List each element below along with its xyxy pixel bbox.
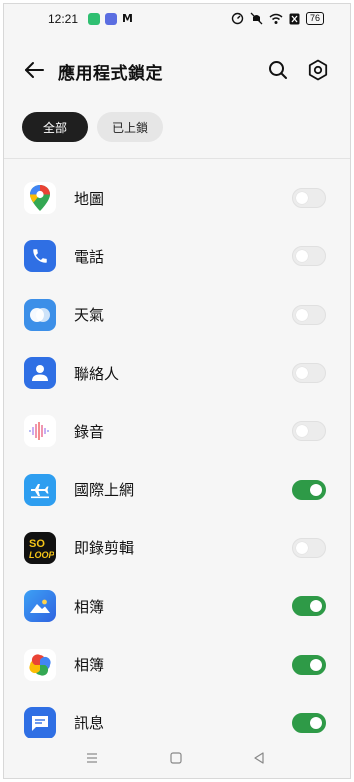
status-time: 12:21 [48,12,79,26]
lock-toggle[interactable] [292,421,326,442]
system-icons: 76 [231,12,324,25]
toggle-knob [310,483,322,496]
lock-toggle[interactable] [292,654,326,675]
filter-tabs: 全部 已上鎖 [4,106,350,158]
lock-toggle[interactable] [292,246,326,267]
lock-toggle[interactable] [292,188,326,209]
soloop-icon: SO LOOP [24,531,56,564]
back-triangle-icon[interactable] [251,750,267,766]
list-item[interactable]: 相簿 [4,635,350,693]
mail-icon: M [122,12,133,25]
toggle-knob [296,541,308,554]
app-name: 即錄剪輯 [74,539,135,558]
settings-gear-icon[interactable] [306,58,330,82]
list-item[interactable]: 國際上網 [4,460,350,518]
top-app-bar: 應用程式鎖定 [4,46,350,94]
tab-locked[interactable]: 已上鎖 [97,112,163,142]
divider [4,158,350,159]
toggle-knob [296,425,308,438]
mute-icon [250,12,263,25]
app-name: 訊息 [74,714,105,733]
lock-toggle[interactable] [292,712,326,733]
lock-toggle[interactable] [292,537,326,558]
toggle-knob [296,250,308,263]
app-name: 國際上網 [74,481,135,500]
messages-icon [24,706,56,739]
recorder-icon [24,415,56,448]
toggle-knob [296,367,308,380]
status-bar: 12:21 M 76 [4,4,350,34]
list-item[interactable]: 聯絡人 [4,344,350,402]
notification-app-icon [88,13,100,25]
no-sim-icon [289,13,300,24]
search-icon[interactable] [266,58,290,82]
toggle-knob [310,716,322,729]
phone-icon [24,240,56,273]
toggle-knob [296,192,308,205]
toggle-knob [296,308,308,321]
app-name: 相簿 [74,656,105,675]
list-item[interactable]: 地圖 [4,169,350,227]
app-name: 聯絡人 [74,364,120,383]
toggle-knob [310,658,322,671]
wifi-icon [269,13,283,24]
list-item[interactable]: 電話 [4,227,350,285]
app-lock-screen: 12:21 M 76 應用程式鎖定 全部 已上鎖 地圖 電話 天氣 聯絡人 錄音… [4,4,350,778]
page-title: 應用程式鎖定 [58,64,163,84]
battery-indicator: 76 [305,12,324,25]
notification-icons: M [88,13,133,25]
app-name: 天氣 [74,306,105,325]
svg-text:LOOP: LOOP [29,550,54,560]
toggle-knob [310,600,322,613]
app-name: 電話 [74,247,105,266]
svg-text:SO: SO [29,538,45,550]
app-name: 錄音 [74,422,105,441]
menu-icon[interactable] [84,750,100,766]
home-icon[interactable] [168,750,184,766]
list-item[interactable]: 相簿 [4,577,350,635]
app-name: 地圖 [74,189,105,208]
lock-toggle[interactable] [292,596,326,617]
lock-toggle[interactable] [292,479,326,500]
list-item[interactable]: SO LOOP 即錄剪輯 [4,519,350,577]
back-arrow-icon[interactable] [22,58,46,82]
app-name: 相簿 [74,597,105,616]
data-speed-icon [231,12,244,25]
system-navigation-bar [4,738,350,778]
list-item[interactable]: 天氣 [4,286,350,344]
lock-toggle[interactable] [292,363,326,384]
google-photos-icon [24,648,56,681]
list-item[interactable]: 錄音 [4,402,350,460]
gallery-icon [24,590,56,623]
app-list: 地圖 電話 天氣 聯絡人 錄音 國際上網 SO LOOP 即錄剪輯 相簿 相簿 … [4,169,350,752]
airplane-icon [24,473,56,506]
tab-all[interactable]: 全部 [22,112,88,142]
contacts-icon [24,357,56,390]
lock-toggle[interactable] [292,304,326,325]
weather-icon [24,298,56,331]
google-maps-icon [24,182,56,215]
notification-app-icon [105,13,117,25]
